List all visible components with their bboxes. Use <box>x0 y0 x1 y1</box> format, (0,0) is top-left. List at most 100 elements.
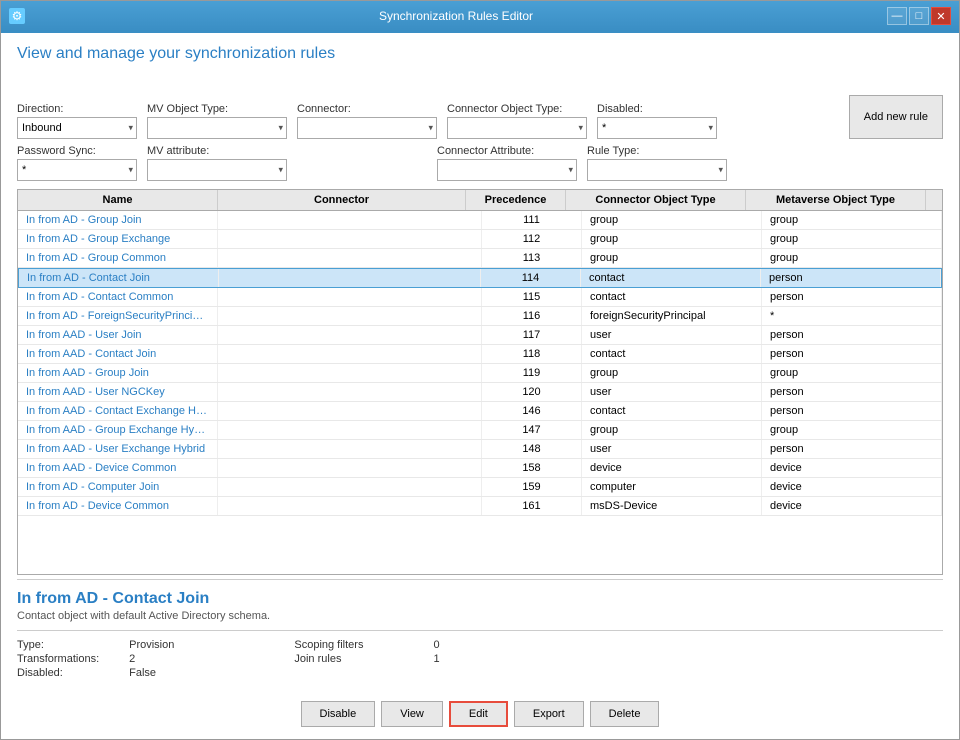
connector-object-type-select[interactable] <box>447 117 587 139</box>
table-cell: device <box>762 497 942 515</box>
password-sync-select[interactable]: * <box>17 159 137 181</box>
table-cell <box>218 364 482 382</box>
table-row[interactable]: In from AD - Contact Common115contactper… <box>18 288 942 307</box>
table-cell: 114 <box>481 269 581 287</box>
table-cell: user <box>582 326 762 344</box>
detail-meta-right: Scoping filters Join rules 0 1 <box>294 639 439 679</box>
col-scroll-placeholder <box>926 190 942 210</box>
table-cell <box>218 478 482 496</box>
direction-select-wrapper: Inbound <box>17 117 137 139</box>
export-button[interactable]: Export <box>514 701 584 727</box>
filter-row-1: Direction: Inbound MV Object Type: <box>17 77 943 139</box>
detail-meta-values-right: 0 1 <box>433 639 439 679</box>
direction-filter: Direction: Inbound <box>17 103 137 139</box>
mv-attribute-select[interactable] <box>147 159 287 181</box>
table-cell: group <box>582 211 762 229</box>
table-cell: person <box>762 345 942 363</box>
connector-attribute-filter: Connector Attribute: <box>437 145 577 181</box>
table-cell: In from AD - Computer Join <box>18 478 218 496</box>
table-cell: group <box>762 421 942 439</box>
table-cell: In from AAD - Contact Join <box>18 345 218 363</box>
edit-button[interactable]: Edit <box>449 701 508 727</box>
table-row[interactable]: In from AD - Device Common161msDS-Device… <box>18 497 942 516</box>
table-row[interactable]: In from AAD - Contact Exchange Hybrid146… <box>18 402 942 421</box>
table-cell: In from AD - Group Exchange <box>18 230 218 248</box>
disabled-select[interactable]: * <box>597 117 717 139</box>
close-button[interactable]: ✕ <box>931 7 951 25</box>
table-cell: person <box>761 269 941 287</box>
table-cell <box>218 307 482 325</box>
table-row[interactable]: In from AD - Computer Join159computerdev… <box>18 478 942 497</box>
add-new-rule-button[interactable]: Add new rule <box>849 95 943 139</box>
mv-object-type-select[interactable] <box>147 117 287 139</box>
col-name: Name <box>18 190 218 210</box>
table-cell: 161 <box>482 497 582 515</box>
table-cell <box>218 459 482 477</box>
content-area: View and manage your synchronization rul… <box>1 31 959 739</box>
page-title: View and manage your synchronization rul… <box>17 45 943 63</box>
delete-button[interactable]: Delete <box>590 701 660 727</box>
table-row[interactable]: In from AD - Contact Join114contactperso… <box>18 268 942 288</box>
app-icon: ⚙ <box>9 8 25 24</box>
table-cell <box>218 497 482 515</box>
direction-select[interactable]: Inbound <box>17 117 137 139</box>
table-cell: In from AAD - User Exchange Hybrid <box>18 440 218 458</box>
table-header: Name Connector Precedence Connector Obje… <box>18 190 942 211</box>
transformations-value: 2 <box>129 653 174 665</box>
connector-attribute-label: Connector Attribute: <box>437 145 577 157</box>
table-row[interactable]: In from AAD - User NGCKey120userperson <box>18 383 942 402</box>
mv-object-type-label: MV Object Type: <box>147 103 287 115</box>
connector-object-type-select-wrapper <box>447 117 587 139</box>
table-row[interactable]: In from AD - ForeignSecurityPrincipal Jo… <box>18 307 942 326</box>
table-cell: 117 <box>482 326 582 344</box>
disable-button[interactable]: Disable <box>301 701 376 727</box>
rule-type-label: Rule Type: <box>587 145 727 157</box>
rules-table: Name Connector Precedence Connector Obje… <box>17 189 943 575</box>
table-cell: device <box>762 478 942 496</box>
table-cell: In from AAD - User NGCKey <box>18 383 218 401</box>
table-row[interactable]: In from AAD - User Join117userperson <box>18 326 942 345</box>
table-cell: In from AD - ForeignSecurityPrincipal Jo… <box>18 307 218 325</box>
table-row[interactable]: In from AD - Group Join111groupgroup <box>18 211 942 230</box>
table-cell: person <box>762 440 942 458</box>
maximize-button[interactable]: □ <box>909 7 929 25</box>
table-cell: person <box>762 402 942 420</box>
mv-object-type-filter: MV Object Type: <box>147 103 287 139</box>
connector-attribute-select[interactable] <box>437 159 577 181</box>
mv-attribute-label: MV attribute: <box>147 145 287 157</box>
connector-object-type-label: Connector Object Type: <box>447 103 587 115</box>
detail-meta-values-left: Provision 2 False <box>129 639 174 679</box>
table-cell: person <box>762 383 942 401</box>
rule-type-filter: Rule Type: <box>587 145 727 181</box>
table-cell: contact <box>581 269 761 287</box>
table-row[interactable]: In from AAD - Group Exchange Hybrid147gr… <box>18 421 942 440</box>
detail-meta-left: Type: Transformations: Disabled: Provisi… <box>17 639 174 679</box>
disabled-select-wrapper: * <box>597 117 717 139</box>
password-sync-filter: Password Sync: * <box>17 145 137 181</box>
type-label: Type: <box>17 639 99 651</box>
table-row[interactable]: In from AAD - User Exchange Hybrid148use… <box>18 440 942 459</box>
table-row[interactable]: In from AD - Group Common113groupgroup <box>18 249 942 268</box>
scoping-filters-label: Scoping filters <box>294 639 363 651</box>
table-cell: computer <box>582 478 762 496</box>
table-row[interactable]: In from AAD - Device Common158devicedevi… <box>18 459 942 478</box>
view-button[interactable]: View <box>381 701 443 727</box>
table-row[interactable]: In from AAD - Contact Join118contactpers… <box>18 345 942 364</box>
transformations-label: Transformations: <box>17 653 99 665</box>
table-cell: * <box>762 307 942 325</box>
rule-type-select[interactable] <box>587 159 727 181</box>
password-sync-select-wrapper: * <box>17 159 137 181</box>
col-connector: Connector <box>218 190 466 210</box>
table-body[interactable]: In from AD - Group Join111groupgroupIn f… <box>18 211 942 574</box>
detail-description: Contact object with default Active Direc… <box>17 610 943 622</box>
table-cell: user <box>582 440 762 458</box>
table-cell: foreignSecurityPrincipal <box>582 307 762 325</box>
table-cell: In from AD - Group Join <box>18 211 218 229</box>
mv-attribute-select-wrapper <box>147 159 287 181</box>
table-row[interactable]: In from AD - Group Exchange112groupgroup <box>18 230 942 249</box>
minimize-button[interactable]: — <box>887 7 907 25</box>
connector-select[interactable] <box>297 117 437 139</box>
table-cell: In from AAD - Group Exchange Hybrid <box>18 421 218 439</box>
table-row[interactable]: In from AAD - Group Join119groupgroup <box>18 364 942 383</box>
table-cell: group <box>762 249 942 267</box>
